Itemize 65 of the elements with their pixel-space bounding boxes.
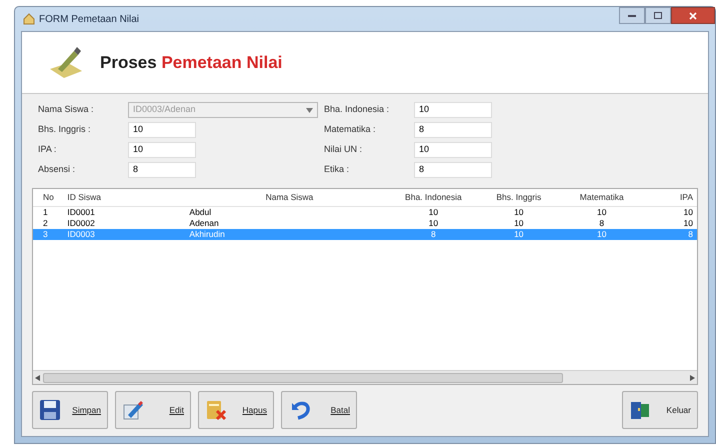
toolbar-button[interactable]: Simpan — [32, 391, 108, 429]
delete-icon — [205, 399, 227, 421]
field-label: IPA : — [38, 143, 58, 156]
field-label: Matematika : — [324, 123, 377, 136]
table-cell-text: ID0002 — [67, 218, 96, 229]
column-header[interactable]: Nama Siswa — [189, 189, 390, 206]
table-cell-text: ID0001 — [67, 207, 96, 218]
table-cell-text: Adenan — [189, 218, 220, 229]
table-row[interactable]: 2 ID0002 Adenan 10 10 8 10 — [33, 218, 697, 229]
table-cell-text: ID0003 — [67, 229, 96, 240]
field-label: Nama Siswa : — [38, 103, 95, 116]
scrollbar-thumb[interactable] — [43, 372, 563, 382]
table-cell-text: Akhirudin — [189, 229, 226, 240]
close-button[interactable] — [671, 7, 715, 24]
scroll-right-icon[interactable] — [689, 374, 695, 380]
table-cell-text: 10 — [596, 229, 608, 240]
maximize-button[interactable] — [645, 7, 671, 24]
input-field[interactable]: 10 — [414, 142, 492, 158]
scroll-left-icon[interactable] — [35, 374, 41, 380]
table-cell-text: Abdul — [189, 207, 212, 218]
table-cell-text: 10 — [513, 207, 525, 218]
app-icon — [23, 13, 35, 25]
table-cell-text: 8 — [430, 229, 437, 240]
minimize-button[interactable] — [619, 7, 645, 24]
column-header[interactable]: No — [43, 189, 68, 206]
column-header[interactable]: ID Siswa — [67, 189, 190, 206]
horizontal-scrollbar[interactable] — [33, 370, 697, 384]
column-header[interactable]: IPA — [643, 189, 698, 206]
table-cell-text: 1 — [43, 207, 49, 218]
table-cell-text: 10 — [513, 218, 525, 229]
input-field[interactable]: 8 — [414, 162, 492, 178]
field-label: Etika : — [324, 163, 350, 176]
table-cell-text: 10 — [682, 207, 694, 218]
table-cell-text: 10 — [513, 229, 525, 240]
table-cell-text: 10 — [428, 207, 440, 218]
dropdown-arrow-icon — [306, 108, 313, 112]
toolbar-button[interactable]: Hapus — [198, 391, 274, 429]
window-title: FORM Pemetaan Nilai — [39, 12, 140, 26]
field-label: Bha. Indonesia : — [324, 103, 390, 116]
table-cell-text: 10 — [682, 218, 694, 229]
pencil-icon — [122, 399, 144, 421]
column-header[interactable]: Matematika — [560, 189, 644, 206]
table-cell-text: 3 — [43, 229, 49, 240]
table-cell-text: 10 — [428, 218, 440, 229]
table-cell-text: 10 — [596, 207, 608, 218]
toolbar-button[interactable]: Batal — [281, 391, 357, 429]
input-field[interactable]: 10 — [128, 142, 196, 158]
column-header[interactable]: Bhs. Inggris — [477, 189, 560, 206]
column-header[interactable]: Bha. Indonesia — [389, 189, 478, 206]
input-field[interactable]: 8 — [414, 122, 492, 138]
field-label: Bhs. Inggris : — [38, 123, 92, 136]
header-title: Proses Pemetaan Nilai — [100, 52, 282, 74]
close-icon — [689, 12, 697, 20]
input-field[interactable]: 8 — [128, 162, 196, 178]
pen-and-paper-icon — [48, 44, 84, 80]
input-field[interactable]: 10 — [128, 122, 196, 138]
field-label: Nilai UN : — [324, 143, 364, 156]
table-cell-text: 8 — [687, 229, 694, 240]
toolbar-button[interactable]: Edit — [115, 391, 191, 429]
field-label: Absensi : — [38, 163, 76, 176]
input-field[interactable]: 10 — [414, 102, 492, 118]
table-cell-text: 8 — [598, 218, 606, 229]
exit-button[interactable]: Keluar — [622, 391, 698, 429]
table-cell-text: 2 — [43, 218, 49, 229]
table-row[interactable]: 1 ID0001 Abdul 10 10 10 10 — [33, 207, 697, 218]
